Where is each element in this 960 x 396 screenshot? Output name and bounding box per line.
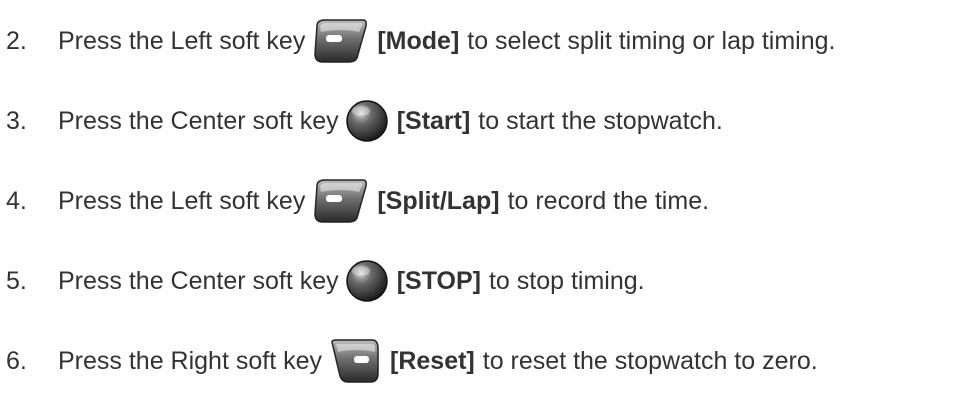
step-item: 5. Press the Center soft key [STOP] to s… [6,256,645,306]
step-item: 4. Press the Left soft key [Split/Lap] t… [6,176,709,226]
step-suffix: to stop timing. [488,266,645,295]
step-prefix: Press the Center soft key [58,266,339,295]
step-suffix: to start the stopwatch. [478,106,723,135]
center-soft-key-icon [345,259,389,303]
step-prefix: Press the Left soft key [58,186,306,215]
step-key-label: [Split/Lap] [377,186,500,215]
step-prefix: Press the Center soft key [58,106,339,135]
step-prefix: Press the Right soft key [58,346,323,375]
step-item: 3. Press the Center soft key [Start] to … [6,96,723,146]
left-soft-key-icon [311,18,369,64]
left-soft-key-icon [311,178,369,224]
step-item: 2. Press the Left soft key [Mode] to sel… [6,16,835,66]
step-key-label: [Start] [396,106,471,135]
right-soft-key-icon [328,338,382,384]
step-suffix: to select split timing or lap timing. [467,26,836,55]
step-suffix: to record the time. [507,186,710,215]
step-key-label: [Reset] [390,346,475,375]
step-item: 6. Press the Right soft key [Reset] to r… [6,336,818,386]
step-key-label: [Mode] [377,26,460,55]
step-key-label: [STOP] [396,266,481,295]
step-number: 2. [6,26,27,55]
step-number: 5. [6,266,27,295]
center-soft-key-icon [345,99,389,143]
step-number: 3. [6,106,27,135]
step-suffix: to reset the stopwatch to zero. [482,346,818,375]
step-number: 4. [6,186,27,215]
step-number: 6. [6,346,27,375]
step-prefix: Press the Left soft key [58,26,306,55]
